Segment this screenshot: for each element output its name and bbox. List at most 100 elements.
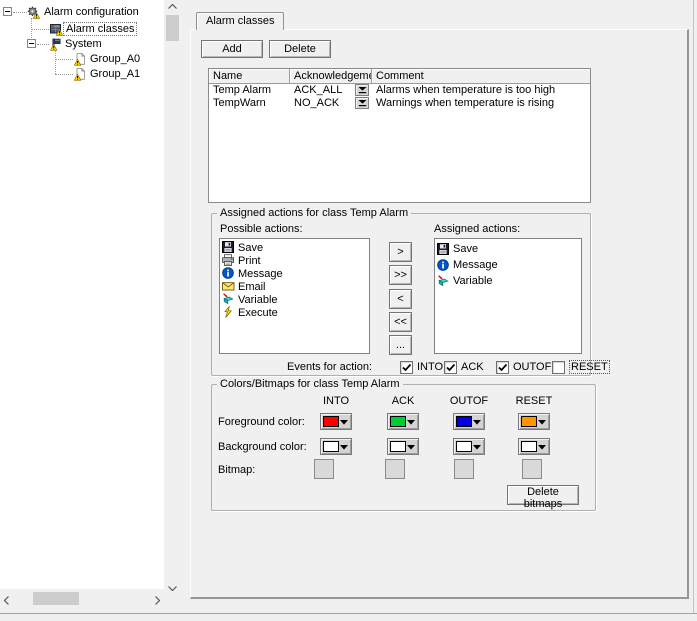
- cell-acknowledgement: NO_ACK: [290, 97, 372, 110]
- group-title: Colors/Bitmaps for class Temp Alarm: [217, 378, 403, 391]
- move-left-button[interactable]: <: [389, 289, 412, 309]
- dropdown-arrow-icon[interactable]: [355, 97, 369, 109]
- table-row[interactable]: Temp Alarm ACK_ALL Alarms when temperature…: [209, 84, 590, 97]
- action-item-variable[interactable]: Variable: [435, 273, 581, 289]
- dropdown-arrow-icon: [538, 445, 546, 450]
- tree-connector: [55, 59, 73, 60]
- background-color-label: Background color:: [218, 441, 307, 454]
- scroll-up-icon[interactable]: [168, 4, 177, 9]
- action-item-message[interactable]: Message: [220, 267, 369, 280]
- alarm-classes-table: NameAcknowledgementComment Temp Alarm ACK…: [208, 68, 591, 203]
- scroll-right-icon[interactable]: [155, 596, 160, 605]
- group-warning-icon: [74, 53, 87, 66]
- action-item-variable[interactable]: Variable: [220, 293, 369, 306]
- assigned-actions-label: Assigned actions:: [434, 223, 520, 236]
- scroll-left-icon[interactable]: [4, 596, 9, 605]
- window-bottom-divider: [0, 613, 697, 614]
- action-item-save[interactable]: Save: [220, 241, 369, 254]
- foreground-color-select-reset[interactable]: [518, 413, 550, 430]
- action-label: Save: [238, 242, 263, 254]
- action-item-save[interactable]: Save: [435, 241, 581, 257]
- action-label: Save: [453, 243, 478, 255]
- color-swatch: [521, 416, 537, 427]
- delete-bitmaps-button[interactable]: Delete bitmaps: [507, 485, 579, 505]
- tree-item-alarm-configuration[interactable]: Alarm configuration: [42, 5, 141, 19]
- tree-item-group-a1[interactable]: Group_A1: [88, 67, 142, 81]
- color-swatch: [390, 441, 406, 452]
- cell-comment: Warnings when temperature is rising: [372, 97, 590, 110]
- dropdown-arrow-icon: [340, 445, 348, 450]
- cell-name: Temp Alarm: [209, 84, 290, 97]
- background-color-select-into[interactable]: [320, 438, 352, 455]
- more-button[interactable]: ...: [389, 335, 412, 355]
- acknowledgement-value: ACK_ALL: [294, 84, 342, 96]
- action-label: Message: [238, 268, 283, 280]
- action-item-message[interactable]: Message: [435, 257, 581, 273]
- delete-button[interactable]: Delete: [269, 40, 331, 58]
- bitmap-box-ack[interactable]: [385, 459, 405, 479]
- tree-horizontal-scrollbar[interactable]: [0, 591, 164, 606]
- checkbox-outof[interactable]: [496, 361, 509, 374]
- checkbox-ack[interactable]: [444, 361, 457, 374]
- assigned-actions-list[interactable]: Save MessageVariable: [434, 238, 582, 354]
- save-icon: [222, 241, 235, 254]
- move-all-right-button[interactable]: >>: [389, 265, 412, 285]
- action-item-execute[interactable]: Execute: [220, 306, 369, 319]
- horizontal-scroll-thumb[interactable]: [33, 592, 79, 605]
- dropdown-arrow-icon: [473, 420, 481, 425]
- foreground-color-label: Foreground color:: [218, 416, 305, 429]
- checkbox-into[interactable]: [400, 361, 413, 374]
- tree-expander[interactable]: [3, 7, 12, 16]
- background-color-select-outof[interactable]: [453, 438, 485, 455]
- tab-alarm-classes[interactable]: Alarm classes: [196, 12, 284, 30]
- system-warning-icon: [50, 38, 63, 51]
- background-color-select-reset[interactable]: [518, 438, 550, 455]
- minus-glyph: [29, 43, 34, 44]
- dropdown-arrow-icon: [473, 445, 481, 450]
- foreground-color-select-outof[interactable]: [453, 413, 485, 430]
- print-icon: [222, 254, 235, 267]
- bitmap-box-into[interactable]: [314, 459, 334, 479]
- execute-icon: [222, 306, 235, 319]
- possible-actions-list[interactable]: SavePrintMessageEmailVariableExecute: [219, 238, 370, 354]
- foreground-color-select-into[interactable]: [320, 413, 352, 430]
- table-row[interactable]: TempWarnNO_ACKWarnings when temperature …: [209, 97, 590, 110]
- foreground-color-select-ack[interactable]: [387, 413, 419, 430]
- table-header: NameAcknowledgementComment: [209, 69, 590, 84]
- column-header-acknowledgement[interactable]: Acknowledgement: [290, 69, 372, 83]
- dropdown-arrow-icon[interactable]: [355, 84, 369, 96]
- cell-comment: Alarms when temperature is too high: [372, 84, 590, 97]
- move-right-button[interactable]: >: [389, 242, 412, 262]
- scroll-down-icon[interactable]: [168, 586, 177, 591]
- tree-connector: [55, 74, 73, 75]
- action-label: Variable: [238, 294, 278, 306]
- add-button[interactable]: Add: [201, 40, 263, 58]
- move-all-left-button[interactable]: <<: [389, 312, 412, 332]
- tree-item-group-a0[interactable]: Group_A0: [88, 52, 142, 66]
- column-header-comment[interactable]: Comment: [372, 69, 590, 83]
- background-color-select-ack[interactable]: [387, 438, 419, 455]
- colors-bitmaps-group: Colors/Bitmaps for class Temp Alarm INTO…: [211, 384, 596, 511]
- color-swatch: [456, 416, 472, 427]
- tree-vertical-scrollbar[interactable]: [164, 0, 182, 596]
- event-into: INTO: [400, 360, 443, 374]
- email-icon: [222, 280, 235, 293]
- tree-item-system[interactable]: System: [63, 37, 104, 51]
- color-swatch: [521, 441, 537, 452]
- group-warning-icon: [74, 68, 87, 81]
- color-swatch: [456, 441, 472, 452]
- message-icon: [437, 259, 450, 272]
- minus-glyph: [5, 11, 10, 12]
- bitmap-box-outof[interactable]: [454, 459, 474, 479]
- vertical-scroll-thumb[interactable]: [166, 15, 179, 41]
- tree-expander[interactable]: [27, 39, 36, 48]
- column-header-name[interactable]: Name: [209, 69, 290, 83]
- bitmap-box-reset[interactable]: [522, 459, 542, 479]
- checkbox-reset[interactable]: [552, 361, 565, 374]
- events-for-action-label: Events for action:: [287, 361, 372, 374]
- tree-item-alarm-classes[interactable]: Alarm classes: [63, 22, 137, 36]
- action-item-email[interactable]: Email: [220, 280, 369, 293]
- action-item-print[interactable]: Print: [220, 254, 369, 267]
- checkbox-label: RESET: [569, 360, 610, 374]
- checkbox-label: INTO: [417, 361, 443, 373]
